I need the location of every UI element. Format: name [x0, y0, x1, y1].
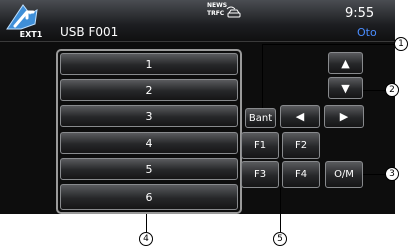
- source-label: EXT1: [19, 30, 43, 39]
- callout-1-line: [262, 44, 263, 108]
- mode-label[interactable]: Oto: [357, 26, 377, 39]
- f2-button[interactable]: F2: [282, 132, 320, 159]
- callout-5: 5: [273, 232, 287, 246]
- news-traffic-icon: [226, 6, 241, 18]
- callout-2-line: [363, 90, 385, 91]
- status-header: EXT1 USB F001 NEWS TRFC 9:55 Oto: [0, 0, 395, 42]
- preset-button-3[interactable]: 3: [60, 105, 238, 127]
- up-arrow-button[interactable]: ▲: [328, 52, 363, 74]
- f4-button[interactable]: F4: [282, 161, 320, 188]
- callout-2: 2: [385, 83, 399, 97]
- f1-button[interactable]: F1: [241, 132, 279, 159]
- left-arrow-button[interactable]: ◀: [280, 105, 320, 128]
- callout-1: 1: [394, 37, 408, 51]
- head-unit-screen: EXT1 USB F001 NEWS TRFC 9:55 Oto 1 2 3 4…: [0, 0, 395, 214]
- preset-button-4[interactable]: 4: [60, 132, 238, 154]
- track-title: USB F001: [60, 25, 119, 39]
- preset-button-1[interactable]: 1: [60, 53, 238, 75]
- f3-button[interactable]: F3: [241, 161, 279, 188]
- preset-button-2[interactable]: 2: [60, 79, 238, 101]
- preset-button-6[interactable]: 6: [60, 184, 238, 210]
- callout-1-line-h: [262, 44, 395, 45]
- callout-3: 3: [385, 167, 399, 181]
- band-button[interactable]: Bant: [245, 108, 276, 128]
- callout-4-line: [146, 214, 147, 232]
- callout-5-line: [280, 188, 281, 232]
- source-arrow-icon: [6, 4, 38, 30]
- callout-3-line: [363, 174, 385, 175]
- header-divider: [0, 41, 395, 42]
- clock: 9:55: [345, 6, 375, 21]
- om-button[interactable]: O/M: [325, 161, 363, 188]
- callout-4: 4: [139, 232, 153, 246]
- right-arrow-button[interactable]: ▶: [324, 105, 364, 128]
- source-icon[interactable]: EXT1: [3, 2, 53, 44]
- preset-button-5[interactable]: 5: [60, 158, 238, 180]
- down-arrow-button[interactable]: ▼: [328, 77, 363, 99]
